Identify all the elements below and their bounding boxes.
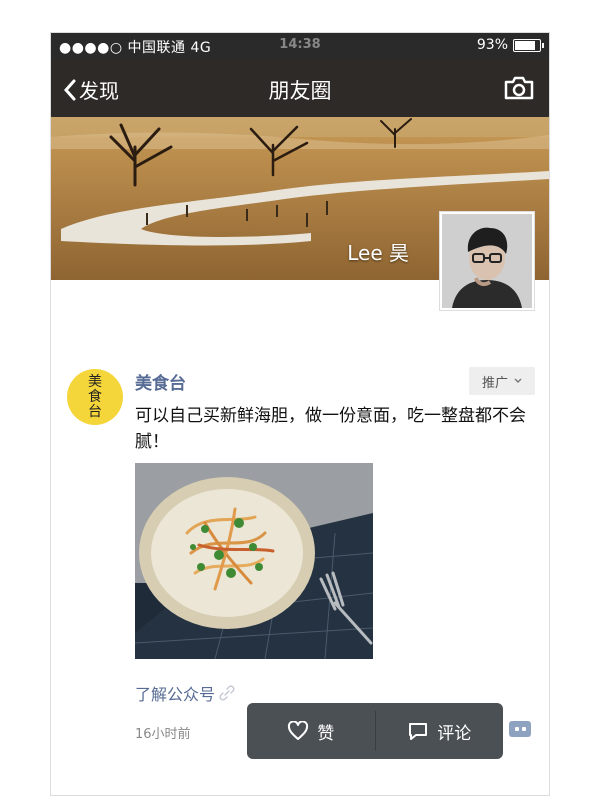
profile-name: Lee 昊 [347,241,409,265]
learn-official-account-link[interactable]: 了解公众号 [135,681,235,705]
comment-button[interactable]: 评论 [376,703,504,759]
profile-avatar[interactable] [439,211,535,311]
battery-percent: 93% [476,37,508,53]
clock: 14:38 [279,37,321,52]
heart-icon [288,721,309,740]
more-actions-button[interactable] [509,721,531,737]
like-button[interactable]: 赞 [247,703,375,759]
battery-icon [513,38,544,52]
phone-screen: ●●●●○ 中国联通 4G 14:38 93% 发现 朋友圈 Lee 昊 美食台… [50,32,550,796]
status-bar: ●●●●○ 中国联通 4G 14:38 93% [51,33,549,59]
page-title: 朋友圈 [268,79,332,103]
post-time: 16小时前 [135,727,191,742]
promo-badge[interactable]: 推广 [469,367,535,395]
author-avatar[interactable]: 美食台 [67,369,123,425]
battery-status: 93% [476,37,544,53]
promo-label: 推广 [481,375,508,391]
post-photo[interactable] [135,463,373,659]
avatar-photo [442,214,532,308]
link-icon [219,685,235,701]
comment-label: 评论 [437,723,472,744]
chevron-down-icon [514,378,522,383]
post-text: 可以自己买新鲜海胆，做一份意面，吃一整盘都不会腻！ [135,406,526,452]
comment-icon [409,723,428,740]
camera-icon[interactable] [503,75,535,101]
action-popup: 赞 评论 [247,703,503,759]
nav-bar: 发现 朋友圈 [51,59,549,117]
link-label: 了解公众号 [135,685,216,704]
author-name[interactable]: 美食台 [135,369,186,394]
like-label: 赞 [317,723,335,744]
author-avatar-text: 美食台 [88,373,102,420]
